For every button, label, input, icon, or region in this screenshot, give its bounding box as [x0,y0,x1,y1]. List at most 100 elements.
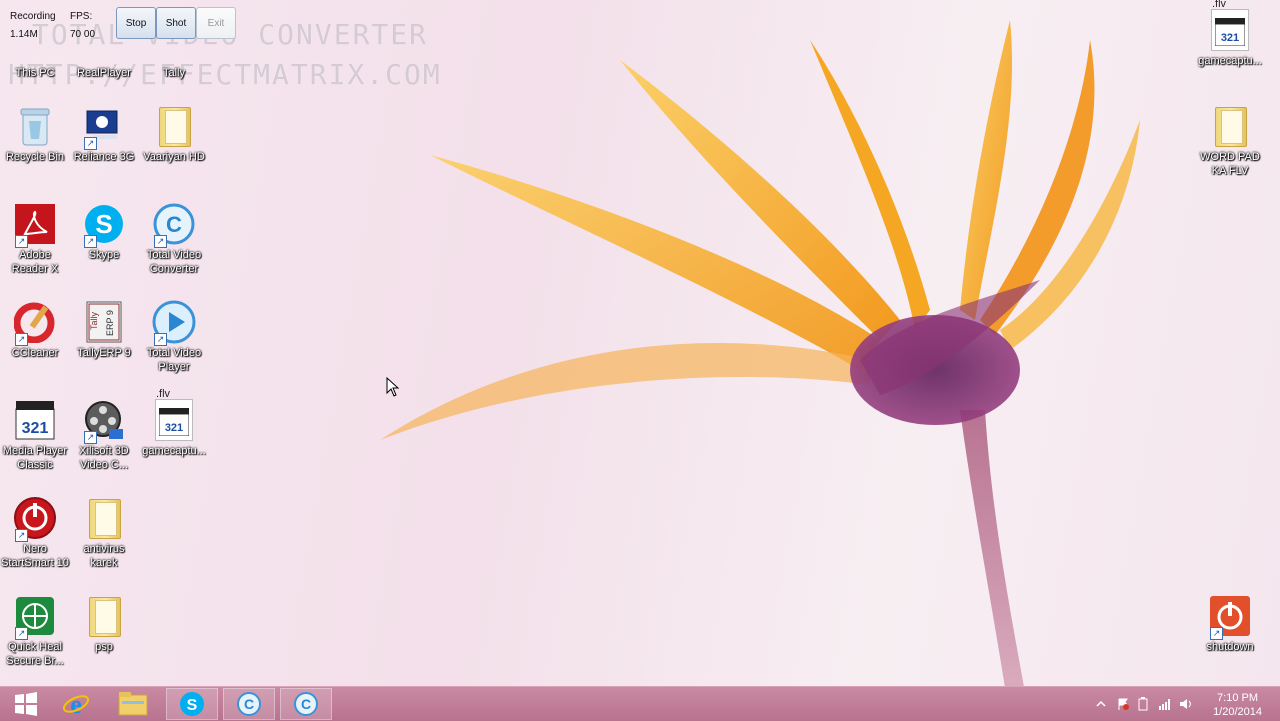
desktop-icon-label: Media Player Classic [2,445,68,471]
desktop-icon-vaariyan-hd[interactable]: Vaariyan HD [139,104,209,164]
reliance-3g-icon: ↗ [82,104,126,150]
desktop-icon-xilisoft[interactable]: ↗ Xilisoft 3D Video C... [69,398,139,472]
adobe-reader-icon: ↗ [13,202,57,248]
realplayer-icon [82,20,126,64]
shortcut-arrow-icon: ↗ [84,235,97,248]
xilisoft-icon: ↗ [82,398,126,444]
shortcut-arrow-icon: ↗ [15,235,28,248]
desktop-icon-label: psp [95,641,113,653]
desktop-icon-reliance-3g[interactable]: ↗ Reliance 3G [69,104,139,164]
skype-icon: S [180,692,204,716]
file-explorer-icon [118,692,148,716]
clock-time: 7:10 PM [1217,692,1259,704]
desktop-icon-label: Total Video Player [146,347,202,373]
computer-icon [13,20,57,64]
flv-extension-label: .flv [156,388,171,400]
network-signal-icon[interactable] [1158,697,1172,711]
desktop-icon-shutdown[interactable]: ↗ shutdown [1195,594,1265,654]
desktop-icon-total-video-converter[interactable]: C ↗ Total Video Converter [139,202,209,276]
desktop-icon-skype[interactable]: S ↗ Skype [69,202,139,262]
desktop-icon-tally-erp[interactable]: Tally ERP 9 Tally ERP 9 [69,300,139,360]
desktop-icon-this-pc[interactable]: This PC [0,20,70,80]
system-tray: 7:10 PM 1/20/2014 [1080,687,1280,721]
desktop-icon-label: This PC [15,67,55,79]
taskbar: e S C C 7:10 PM 1/20/2014 [0,686,1280,721]
quick-heal-icon: ↗ [13,594,57,640]
svg-text:S: S [187,697,198,714]
flv-extension-label: .flv [1212,0,1227,10]
folder-icon [82,594,126,638]
nero-icon: ↗ [13,496,57,542]
desktop-icon-gamecapture-flv[interactable]: .flv 321 gamecaptu... [139,388,209,458]
desktop-icon-label: Total Video Converter [146,249,202,275]
shortcut-arrow-icon: ↗ [84,431,97,444]
desktop-icon-label: Quick Heal Secure Br... [6,641,64,667]
svg-text:S: S [95,209,112,239]
desktop-icon-label: Vaariyan HD [143,151,205,163]
desktop-icon-label: Skype [88,249,120,261]
clock-date: 1/20/2014 [1213,706,1262,718]
show-hidden-icons-chevron-icon[interactable] [1094,697,1108,711]
desktop-icon-recycle-bin[interactable]: Recycle Bin [0,104,70,164]
taskbar-skype[interactable]: S [166,688,218,720]
desktop-icon-label: gamecaptu... [142,445,206,457]
volume-speaker-icon[interactable] [1179,697,1193,711]
total-video-converter-icon: C [237,692,261,716]
media-player-classic-icon: 321 [13,398,57,442]
svg-text:C: C [244,696,254,712]
desktop-icon-quick-heal[interactable]: ↗ Quick Heal Secure Br... [0,594,70,668]
desktop-icon-tally[interactable]: Tally [139,20,209,80]
desktop-icon-label: RealPlayer [77,67,131,79]
total-video-converter-icon: C ↗ [152,202,196,248]
power-battery-icon[interactable] [1136,697,1150,711]
desktop-icon-label: Recycle Bin [5,151,65,163]
windows-logo-icon [15,692,37,716]
desktop-icon-label: Adobe Reader X [11,249,59,275]
taskbar-internet-explorer[interactable]: e [50,688,102,720]
svg-text:e: e [70,690,82,718]
tally-icon [152,20,196,64]
action-center-flag-icon[interactable] [1116,697,1130,711]
tally-erp-icon: Tally ERP 9 [82,300,126,344]
svg-text:ERP 9: ERP 9 [105,310,115,336]
desktop-icon-label: Xilisoft 3D Video C... [79,445,129,471]
taskbar-file-explorer[interactable] [107,688,159,720]
svg-text:321: 321 [1221,32,1239,44]
shutdown-icon: ↗ [1208,594,1252,640]
svg-text:C: C [166,212,182,237]
desktop-icon-media-player-classic[interactable]: 321 Media Player Classic [0,398,70,472]
desktop-icon-total-video-player[interactable]: ↗ Total Video Player [139,300,209,374]
shortcut-arrow-icon: ↗ [154,333,167,346]
taskbar-total-video-converter[interactable]: C [223,688,275,720]
shortcut-arrow-icon: ↗ [15,529,28,542]
mouse-cursor-icon [386,377,400,397]
desktop-icon-label: WORD PAD KA FLV [1200,151,1260,177]
desktop-icon-psp[interactable]: psp [69,594,139,654]
desktop-icon-label: Reliance 3G [73,151,135,163]
folder-icon [152,104,196,148]
recycle-bin-icon [13,104,57,148]
desktop-icon-antivirus-karek[interactable]: antivirus karek [69,496,139,570]
desktop-icon-adobe-reader[interactable]: ↗ Adobe Reader X [0,202,70,276]
desktop-icon-label: Nero StartSmart 10 [1,543,69,569]
desktop-icon-realplayer[interactable]: RealPlayer [69,20,139,80]
shortcut-arrow-icon: ↗ [15,627,28,640]
svg-text:321: 321 [22,420,49,437]
desktop-icon-label: antivirus karek [83,543,125,569]
desktop-icon-gamecapture-flv-right[interactable]: .flv 321 gamecaptu... [1195,0,1265,68]
total-video-player-icon: ↗ [152,300,196,346]
shortcut-arrow-icon: ↗ [84,137,97,150]
desktop-icon-label: Tally [162,67,185,79]
flv-file-icon: .flv 321 [1208,0,1252,52]
desktop-icon-ccleaner[interactable]: ↗ CCleaner [0,300,70,360]
taskbar-clock[interactable]: 7:10 PM 1/20/2014 [1213,691,1262,719]
svg-text:Tally: Tally [89,311,99,330]
taskbar-total-video-converter-2[interactable]: C [280,688,332,720]
desktop-icon-nero[interactable]: ↗ Nero StartSmart 10 [0,496,70,570]
desktop-icon-word-pad-ka-flv[interactable]: WORD PAD KA FLV [1195,104,1265,178]
start-button[interactable] [0,688,52,720]
shortcut-arrow-icon: ↗ [15,333,28,346]
desktop-icon-label: shutdown [1206,641,1254,653]
shortcut-arrow-icon: ↗ [1210,627,1223,640]
folder-icon [1208,104,1252,148]
